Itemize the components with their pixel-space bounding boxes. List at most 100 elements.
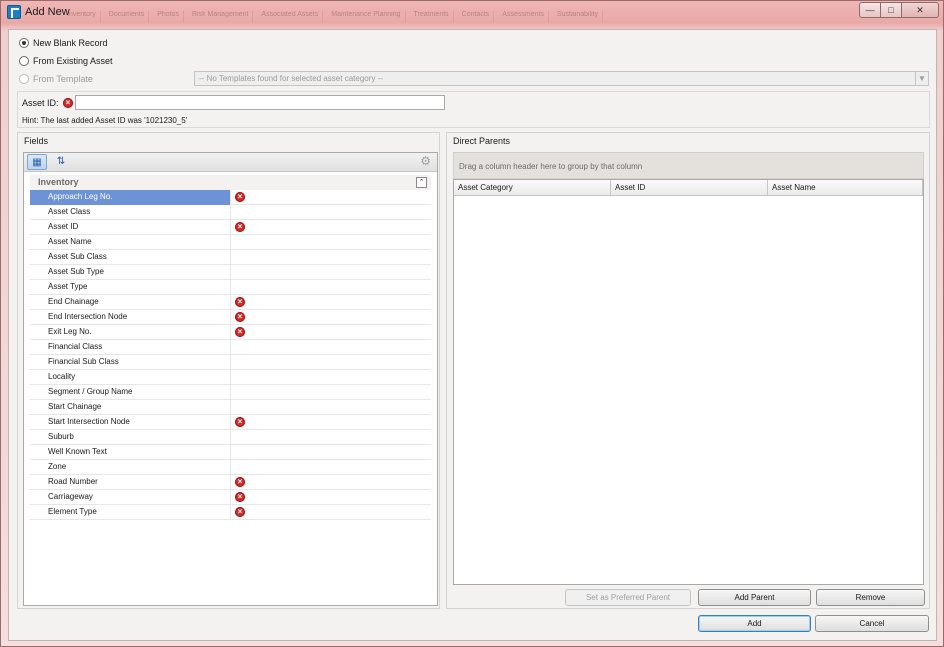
property-value[interactable]: × — [232, 325, 431, 340]
property-value[interactable]: × — [232, 475, 431, 490]
property-value[interactable] — [232, 460, 431, 475]
property-value[interactable]: × — [232, 190, 431, 205]
categorized-icon[interactable]: ▦ — [27, 154, 47, 170]
background-tab: Documents — [105, 11, 150, 23]
property-row[interactable]: Exit Leg No. × — [30, 325, 431, 340]
column-asset-id[interactable]: Asset ID — [611, 180, 768, 196]
property-value[interactable] — [232, 445, 431, 460]
new-blank-radio[interactable] — [19, 38, 29, 48]
cancel-button[interactable]: Cancel — [815, 615, 929, 632]
property-name: Road Number — [30, 475, 231, 490]
property-value[interactable]: × — [232, 505, 431, 520]
property-value[interactable] — [232, 265, 431, 280]
template-select: -- No Templates found for selected asset… — [194, 71, 929, 86]
error-icon: × — [235, 192, 245, 202]
property-row[interactable]: Start Chainage — [30, 400, 431, 415]
property-value[interactable]: × — [232, 415, 431, 430]
property-row[interactable]: Element Type × — [30, 505, 431, 520]
category-label: Inventory — [38, 177, 79, 187]
property-row[interactable]: Suburb — [30, 430, 431, 445]
from-template-radio — [19, 74, 29, 84]
property-name: Asset Sub Class — [30, 250, 231, 265]
add-new-window: Add New Inventory Documents Photos Risk Man… — [0, 0, 944, 647]
property-name: Asset Type — [30, 280, 231, 295]
property-row[interactable]: Carriageway × — [30, 490, 431, 505]
background-tab: Assessments — [498, 11, 549, 23]
collapse-icon[interactable]: ⌃ — [416, 177, 427, 188]
property-row[interactable]: Approach Leg No. × — [30, 190, 431, 205]
property-name: Carriageway — [30, 490, 231, 505]
close-button[interactable]: ✕ — [901, 2, 939, 18]
gear-icon[interactable]: ⚙ — [420, 154, 431, 168]
column-asset-category[interactable]: Asset Category — [454, 180, 611, 196]
error-icon: × — [235, 477, 245, 487]
property-row[interactable]: Road Number × — [30, 475, 431, 490]
property-name: Asset Name — [30, 235, 231, 250]
property-row[interactable]: Asset Sub Type — [30, 265, 431, 280]
maximize-button[interactable]: □ — [880, 2, 902, 18]
background-tab: Maintenance Planning — [327, 11, 406, 23]
title-bar: Add New Inventory Documents Photos Risk Man… — [1, 1, 943, 25]
property-value[interactable] — [232, 355, 431, 370]
property-value[interactable] — [232, 370, 431, 385]
new-blank-option[interactable]: New Blank Record — [19, 38, 108, 48]
property-grid-toolbar: ▦ ⇅ ⚙ — [24, 153, 437, 172]
property-row[interactable]: Locality — [30, 370, 431, 385]
group-by-area[interactable]: Drag a column header here to group by th… — [453, 152, 924, 179]
add-button[interactable]: Add — [698, 615, 811, 632]
asset-id-input[interactable] — [75, 95, 445, 110]
property-value[interactable] — [232, 205, 431, 220]
fields-title: Fields — [24, 136, 49, 146]
background-tab: Treatments — [410, 11, 454, 23]
minimize-button[interactable]: — — [859, 2, 881, 18]
property-row[interactable]: Financial Sub Class — [30, 355, 431, 370]
from-template-label: From Template — [33, 74, 93, 84]
error-icon: × — [235, 327, 245, 337]
property-name: Start Intersection Node — [30, 415, 231, 430]
direct-parents-title: Direct Parents — [453, 136, 511, 146]
new-blank-label: New Blank Record — [33, 38, 108, 48]
from-template-option: From Template — [19, 74, 93, 84]
chevron-down-icon: ▼ — [915, 72, 928, 85]
property-row[interactable]: Asset Name — [30, 235, 431, 250]
property-row[interactable]: Asset ID × — [30, 220, 431, 235]
from-existing-radio[interactable] — [19, 56, 29, 66]
property-value[interactable]: × — [232, 490, 431, 505]
property-row[interactable]: Well Known Text — [30, 445, 431, 460]
property-value[interactable] — [232, 400, 431, 415]
property-row[interactable]: Zone — [30, 460, 431, 475]
property-value[interactable] — [232, 280, 431, 295]
property-name: Start Chainage — [30, 400, 231, 415]
property-row[interactable]: End Intersection Node × — [30, 310, 431, 325]
property-value[interactable] — [232, 430, 431, 445]
property-value[interactable]: × — [232, 220, 431, 235]
property-row[interactable]: Asset Sub Class — [30, 250, 431, 265]
property-row[interactable]: Asset Type — [30, 280, 431, 295]
column-asset-name[interactable]: Asset Name — [768, 180, 923, 196]
sort-alpha-icon[interactable]: ⇅ — [51, 154, 71, 170]
property-value[interactable]: × — [232, 310, 431, 325]
background-tab: Associated Assets — [257, 11, 324, 23]
property-row[interactable]: Start Intersection Node × — [30, 415, 431, 430]
property-name: Financial Sub Class — [30, 355, 231, 370]
property-name: Suburb — [30, 430, 231, 445]
property-value[interactable] — [232, 250, 431, 265]
property-value[interactable] — [232, 340, 431, 355]
from-existing-option[interactable]: From Existing Asset — [19, 56, 113, 66]
app-icon — [7, 5, 21, 19]
property-row[interactable]: Segment / Group Name — [30, 385, 431, 400]
property-name: Financial Class — [30, 340, 231, 355]
property-row[interactable]: Asset Class — [30, 205, 431, 220]
property-row[interactable]: End Chainage × — [30, 295, 431, 310]
error-icon: × — [235, 297, 245, 307]
add-parent-button[interactable]: Add Parent — [698, 589, 811, 606]
property-value[interactable] — [232, 385, 431, 400]
property-value[interactable] — [232, 235, 431, 250]
error-icon: × — [63, 98, 73, 108]
remove-button[interactable]: Remove — [816, 589, 925, 606]
property-name: Exit Leg No. — [30, 325, 231, 340]
property-value[interactable]: × — [232, 295, 431, 310]
property-list: Approach Leg No. × Asset Class Asset ID × Ass… — [30, 190, 431, 520]
property-name: Approach Leg No. — [30, 190, 231, 205]
property-row[interactable]: Financial Class — [30, 340, 431, 355]
